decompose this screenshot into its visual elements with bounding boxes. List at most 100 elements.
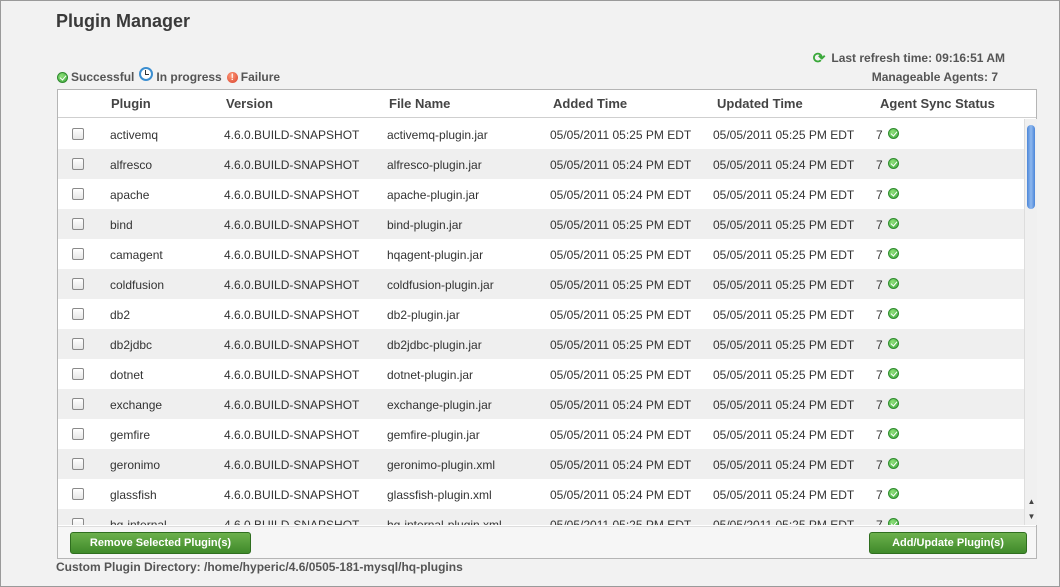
legend-in-progress: In progress xyxy=(139,67,222,84)
cell-file-name: geronimo-plugin.xml xyxy=(387,458,496,472)
cell-added-time: 05/05/2011 05:25 PM EDT xyxy=(550,368,692,382)
plugin-table: Plugin Version File Name Added Time Upda… xyxy=(57,89,1037,559)
legend-successful: Successful xyxy=(57,70,134,84)
column-header-added-time[interactable]: Added Time xyxy=(553,96,627,111)
sync-count: 7 xyxy=(876,338,883,352)
cell-added-time: 05/05/2011 05:25 PM EDT xyxy=(550,338,692,352)
check-circle-icon xyxy=(887,217,899,229)
row-select-checkbox[interactable] xyxy=(72,458,84,470)
cell-agent-sync-status: 7 xyxy=(876,127,899,142)
cell-version: 4.6.0.BUILD-SNAPSHOT xyxy=(224,248,360,262)
cell-agent-sync-status: 7 xyxy=(876,457,899,472)
cell-plugin: exchange xyxy=(110,398,163,412)
cell-updated-time: 05/05/2011 05:24 PM EDT xyxy=(713,398,855,412)
row-select-checkbox[interactable] xyxy=(72,488,84,500)
cell-file-name: dotnet-plugin.jar xyxy=(387,368,474,382)
sync-count: 7 xyxy=(876,368,883,382)
table-row[interactable]: camagent 4.6.0.BUILD-SNAPSHOT hqagent-plug… xyxy=(58,239,1024,269)
cell-added-time: 05/05/2011 05:25 PM EDT xyxy=(550,518,692,525)
scroll-up-arrow-icon[interactable]: ▲ xyxy=(1027,497,1036,506)
cell-version: 4.6.0.BUILD-SNAPSHOT xyxy=(224,338,360,352)
cell-file-name: glassfish-plugin.xml xyxy=(387,488,492,502)
cell-updated-time: 05/05/2011 05:25 PM EDT xyxy=(713,308,855,322)
row-select-checkbox[interactable] xyxy=(72,428,84,440)
cell-version: 4.6.0.BUILD-SNAPSHOT xyxy=(224,398,360,412)
cell-version: 4.6.0.BUILD-SNAPSHOT xyxy=(224,458,360,472)
table-row[interactable]: gemfire 4.6.0.BUILD-SNAPSHOT gemfire-plugi… xyxy=(58,419,1024,449)
row-select-checkbox[interactable] xyxy=(72,518,84,525)
refresh-status: ⟳ Last refresh time: 09:16:51 AM xyxy=(813,49,1005,67)
cell-version: 4.6.0.BUILD-SNAPSHOT xyxy=(224,158,360,172)
row-select-checkbox[interactable] xyxy=(72,308,84,320)
cell-agent-sync-status: 7 xyxy=(876,517,899,525)
cell-updated-time: 05/05/2011 05:24 PM EDT xyxy=(713,428,855,442)
sync-count: 7 xyxy=(876,188,883,202)
check-circle-icon xyxy=(887,187,899,199)
cell-plugin: alfresco xyxy=(110,158,153,172)
vertical-scrollbar[interactable]: ▲ ▼ xyxy=(1024,119,1037,525)
cell-plugin: activemq xyxy=(110,128,159,142)
column-header-plugin[interactable]: Plugin xyxy=(111,96,151,111)
cell-agent-sync-status: 7 xyxy=(876,187,899,202)
table-row[interactable]: exchange 4.6.0.BUILD-SNAPSHOT exchange-plu… xyxy=(58,389,1024,419)
row-select-checkbox[interactable] xyxy=(72,128,84,140)
table-row[interactable]: alfresco 4.6.0.BUILD-SNAPSHOT alfresco-plu… xyxy=(58,149,1024,179)
add-update-plugins-button[interactable]: Add/Update Plugin(s) xyxy=(869,532,1027,554)
table-row[interactable]: coldfusion 4.6.0.BUILD-SNAPSHOT coldfusion… xyxy=(58,269,1024,299)
row-select-checkbox[interactable] xyxy=(72,218,84,230)
cell-updated-time: 05/05/2011 05:25 PM EDT xyxy=(713,338,855,352)
check-circle-icon xyxy=(887,487,899,499)
cell-agent-sync-status: 7 xyxy=(876,427,899,442)
remove-selected-plugins-button[interactable]: Remove Selected Plugin(s) xyxy=(70,532,251,554)
clock-icon xyxy=(139,67,154,81)
cell-updated-time: 05/05/2011 05:24 PM EDT xyxy=(713,458,855,472)
check-circle-icon xyxy=(887,397,899,409)
cell-version: 4.6.0.BUILD-SNAPSHOT xyxy=(224,308,360,322)
table-row[interactable]: db2jdbc 4.6.0.BUILD-SNAPSHOT db2jdbc-plugi… xyxy=(58,329,1024,359)
cell-file-name: hqagent-plugin.jar xyxy=(387,248,484,262)
table-row[interactable]: geronimo 4.6.0.BUILD-SNAPSHOT geronimo-plu… xyxy=(58,449,1024,479)
exclamation-circle-icon: ! xyxy=(226,71,238,83)
cell-added-time: 05/05/2011 05:24 PM EDT xyxy=(550,158,692,172)
cell-plugin: glassfish xyxy=(110,488,157,502)
table-row[interactable]: glassfish 4.6.0.BUILD-SNAPSHOT glassfish-p… xyxy=(58,479,1024,509)
row-select-checkbox[interactable] xyxy=(72,278,84,290)
cell-plugin: db2jdbc xyxy=(110,338,153,352)
last-refresh-time: Last refresh time: 09:16:51 AM xyxy=(831,51,1005,65)
table-row[interactable]: bind 4.6.0.BUILD-SNAPSHOT bind-plugin.jar 0… xyxy=(58,209,1024,239)
scrollbar-thumb[interactable] xyxy=(1027,125,1035,209)
cell-added-time: 05/05/2011 05:25 PM EDT xyxy=(550,248,692,262)
check-circle-icon xyxy=(887,427,899,439)
column-header-updated-time[interactable]: Updated Time xyxy=(717,96,803,111)
cell-updated-time: 05/05/2011 05:25 PM EDT xyxy=(713,218,855,232)
refresh-icon[interactable]: ⟳ xyxy=(813,49,826,67)
cell-plugin: dotnet xyxy=(110,368,144,382)
table-body: activemq 4.6.0.BUILD-SNAPSHOT activemq-plu… xyxy=(58,119,1024,525)
cell-added-time: 05/05/2011 05:24 PM EDT xyxy=(550,428,692,442)
row-select-checkbox[interactable] xyxy=(72,338,84,350)
column-header-version[interactable]: Version xyxy=(226,96,273,111)
row-select-checkbox[interactable] xyxy=(72,158,84,170)
table-footer: Remove Selected Plugin(s) Add/Update Plu… xyxy=(58,526,1036,558)
cell-plugin: apache xyxy=(110,188,150,202)
cell-version: 4.6.0.BUILD-SNAPSHOT xyxy=(224,518,360,525)
row-select-checkbox[interactable] xyxy=(72,398,84,410)
row-select-checkbox[interactable] xyxy=(72,188,84,200)
table-row[interactable]: activemq 4.6.0.BUILD-SNAPSHOT activemq-plu… xyxy=(58,119,1024,149)
custom-plugin-directory: Custom Plugin Directory: /home/hyperic/4… xyxy=(56,560,463,574)
sync-count: 7 xyxy=(876,518,883,525)
cell-agent-sync-status: 7 xyxy=(876,277,899,292)
row-select-checkbox[interactable] xyxy=(72,368,84,380)
column-header-file-name[interactable]: File Name xyxy=(389,96,450,111)
table-row[interactable]: apache 4.6.0.BUILD-SNAPSHOT apache-plugin.… xyxy=(58,179,1024,209)
cell-file-name: apache-plugin.jar xyxy=(387,188,480,202)
table-row[interactable]: hq-internal 4.6.0.BUILD-SNAPSHOT hq-intern… xyxy=(58,509,1024,525)
scroll-down-arrow-icon[interactable]: ▼ xyxy=(1027,512,1036,521)
table-row[interactable]: db2 4.6.0.BUILD-SNAPSHOT db2-plugin.jar 05/… xyxy=(58,299,1024,329)
row-select-checkbox[interactable] xyxy=(72,248,84,260)
cell-plugin: hq-internal xyxy=(110,518,167,525)
check-circle-icon xyxy=(57,71,68,83)
column-header-agent-sync-status[interactable]: Agent Sync Status xyxy=(880,96,995,111)
table-row[interactable]: dotnet 4.6.0.BUILD-SNAPSHOT dotnet-plugin.… xyxy=(58,359,1024,389)
cell-agent-sync-status: 7 xyxy=(876,397,899,412)
